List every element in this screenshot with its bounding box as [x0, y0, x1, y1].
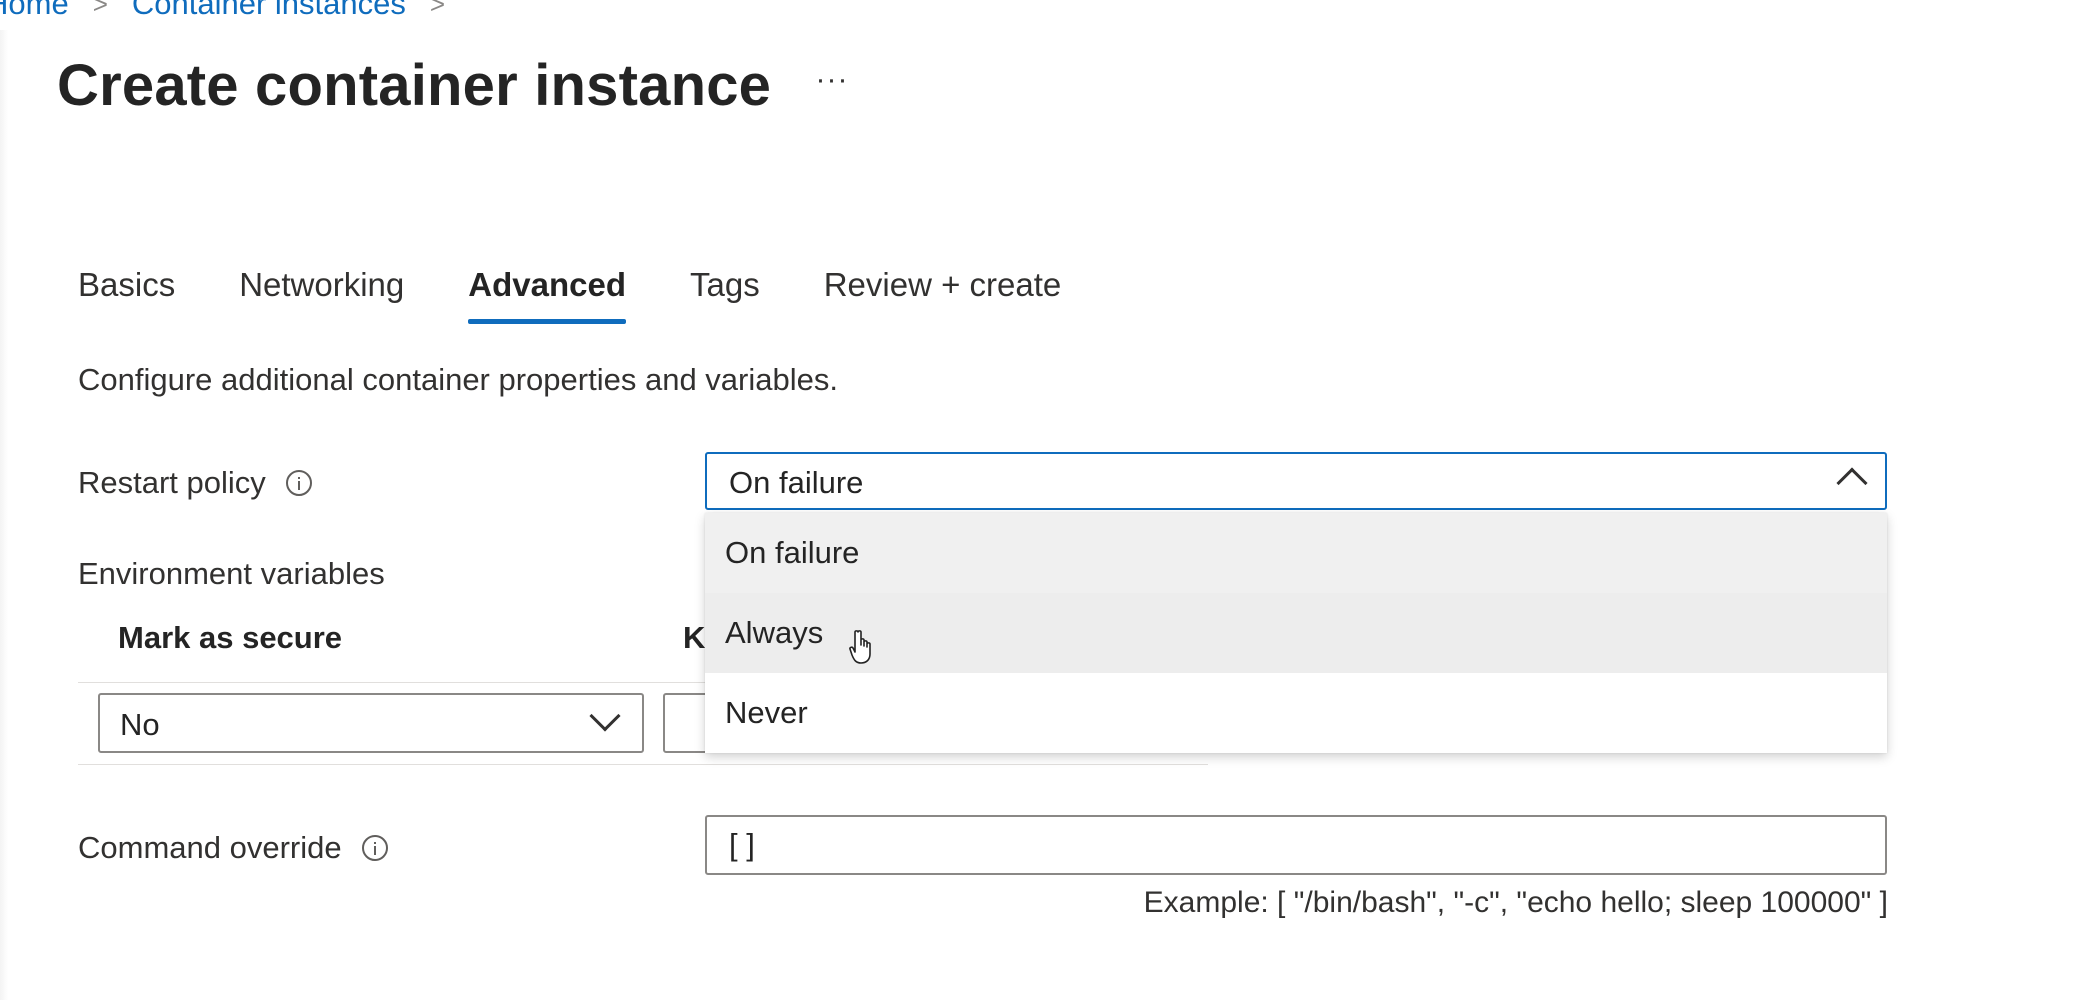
command-override-label-text: Command override: [78, 830, 342, 865]
info-icon[interactable]: [361, 835, 388, 861]
breadcrumb-home-link[interactable]: Home: [0, 0, 69, 22]
tab-basics[interactable]: Basics: [78, 262, 175, 324]
restart-policy-label-text: Restart policy: [78, 465, 266, 500]
command-override-example: Example: [ "/bin/bash", "-c", "echo hell…: [1143, 886, 1888, 919]
hand-pointer-icon: [849, 630, 871, 664]
environment-variables-label: Environment variables: [78, 556, 385, 592]
command-override-label: Command override: [78, 830, 388, 866]
tab-bar: Basics Networking Advanced Tags Review +…: [78, 262, 1125, 332]
command-override-input[interactable]: [ ]: [705, 815, 1887, 875]
restart-policy-selected-value: On failure: [729, 465, 864, 500]
tab-review-create[interactable]: Review + create: [824, 262, 1062, 324]
breadcrumb: Home > Container instances >: [0, 0, 469, 24]
info-icon[interactable]: [285, 470, 312, 496]
breadcrumb-separator: >: [429, 0, 446, 19]
grid-divider: [78, 764, 1208, 765]
chevron-up-icon: [1836, 467, 1868, 499]
environment-variables-label-text: Environment variables: [78, 556, 385, 591]
chevron-down-icon: [589, 700, 621, 732]
breadcrumb-separator: >: [92, 0, 108, 19]
tab-advanced[interactable]: Advanced: [468, 262, 626, 324]
mark-as-secure-dropdown[interactable]: No: [98, 693, 644, 753]
more-options-button[interactable]: ···: [812, 65, 852, 100]
left-edge-shadow: [0, 30, 8, 1000]
mark-as-secure-column-header: Mark as secure: [118, 620, 343, 655]
restart-policy-options-list: On failure Always Never: [705, 513, 1887, 753]
restart-policy-dropdown[interactable]: On failure: [705, 452, 1887, 510]
app-root: Home > Container instances > Create cont…: [0, 0, 2080, 1000]
tab-tags[interactable]: Tags: [690, 262, 760, 324]
tab-networking[interactable]: Networking: [239, 262, 404, 324]
restart-policy-label: Restart policy: [78, 465, 312, 501]
mark-as-secure-value: No: [120, 707, 160, 742]
breadcrumb-container-instances-link[interactable]: Container instances: [132, 0, 406, 22]
section-description: Configure additional container propertie…: [78, 362, 838, 397]
restart-policy-option-on-failure[interactable]: On failure: [705, 513, 1887, 593]
restart-policy-option-always[interactable]: Always: [705, 593, 1887, 673]
restart-policy-option-never[interactable]: Never: [705, 673, 1887, 753]
page-title: Create container instance: [57, 53, 772, 118]
